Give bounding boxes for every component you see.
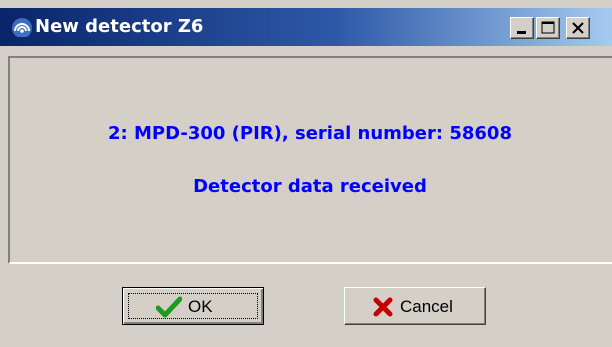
close-button[interactable] [566, 17, 590, 39]
ok-label: OK [188, 297, 213, 316]
minimize-icon [517, 31, 526, 34]
checkmark-icon [156, 296, 182, 318]
cancel-label: Cancel [400, 297, 453, 316]
dialog-window: New detector Z6 2: MPD-300 (PIR), serial… [0, 0, 612, 347]
cancel-button[interactable]: Cancel [344, 287, 486, 325]
status-text: Detector data received [193, 176, 427, 197]
window-title: New detector Z6 [35, 16, 204, 37]
message-panel [8, 56, 612, 264]
minimize-button[interactable] [510, 17, 534, 39]
detector-info-text: 2: MPD-300 (PIR), serial number: 58608 [108, 123, 512, 144]
maximize-button[interactable] [536, 17, 560, 39]
wifi-signal-icon [12, 18, 32, 37]
x-icon [373, 297, 393, 317]
ok-button[interactable]: OK [122, 287, 264, 325]
maximize-icon [541, 21, 555, 34]
title-bar[interactable]: New detector Z6 [0, 8, 612, 46]
close-icon [572, 22, 584, 34]
